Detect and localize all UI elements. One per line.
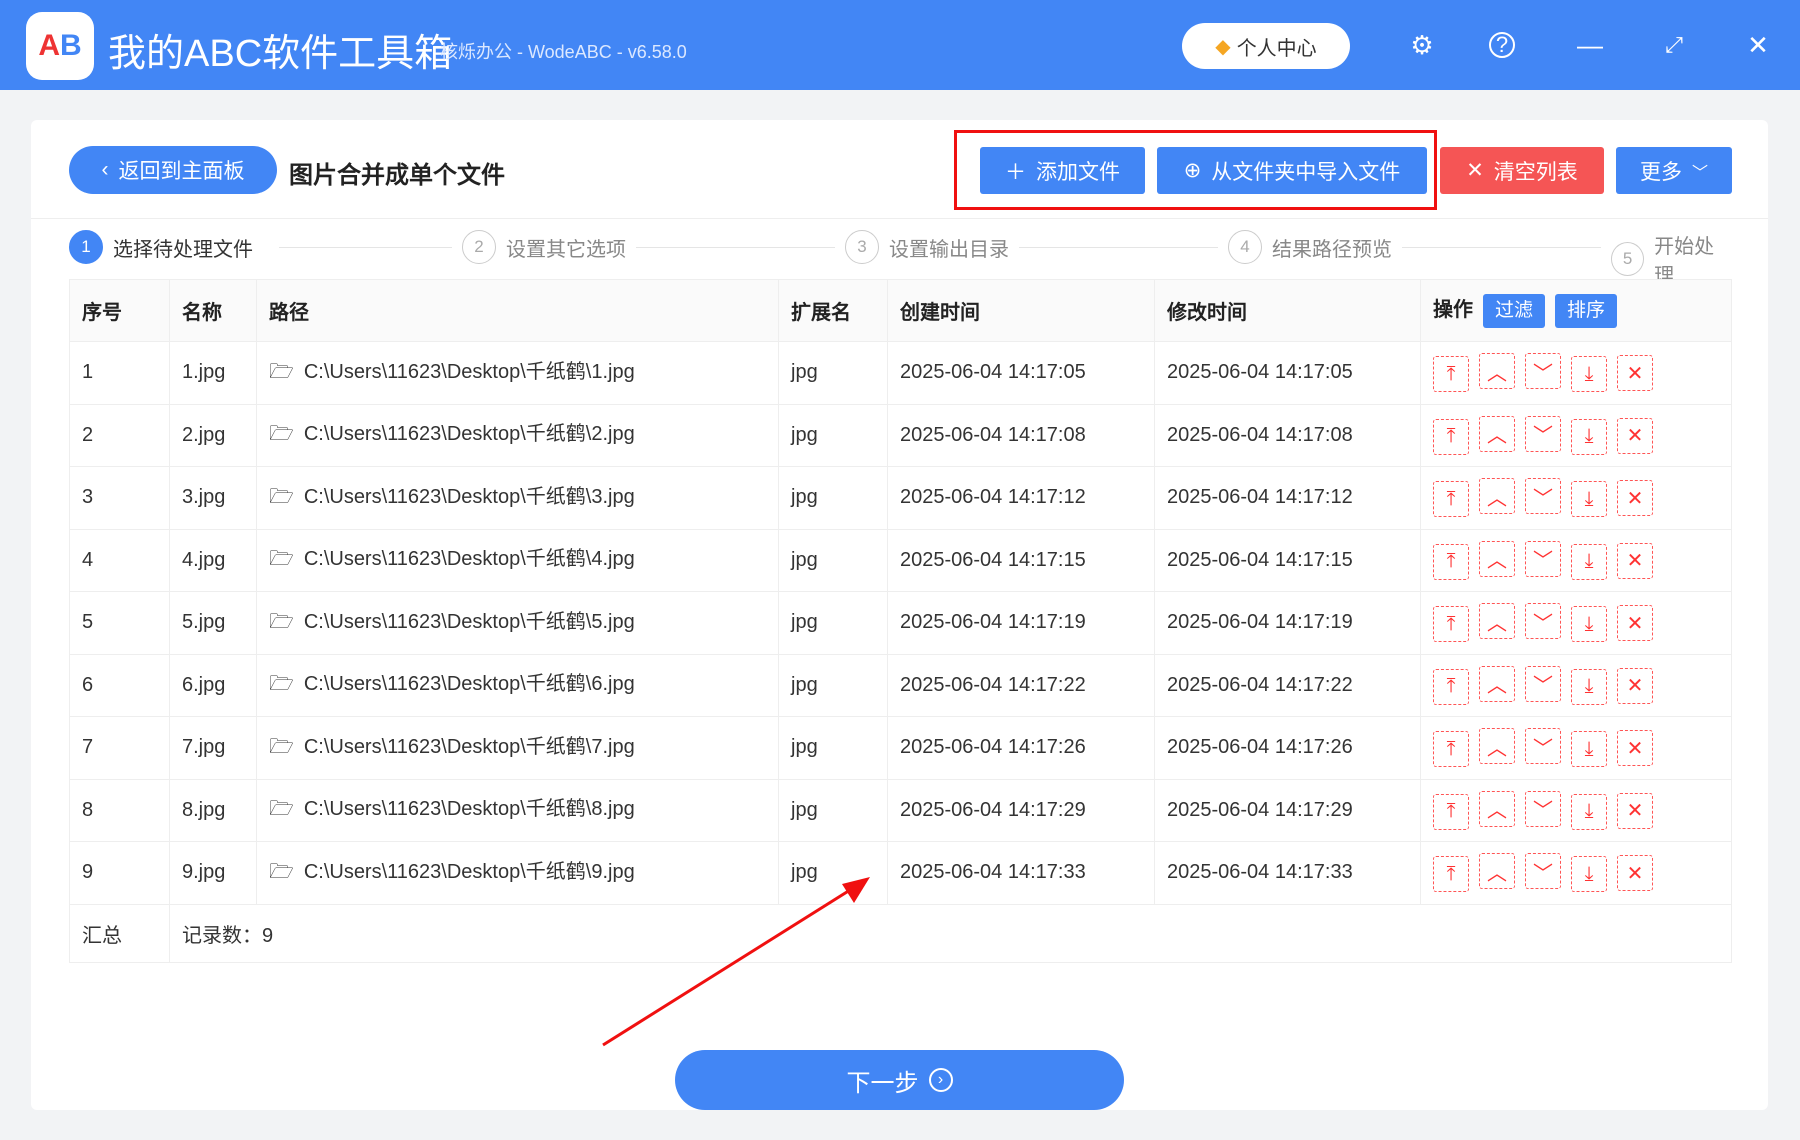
annotation-arrow xyxy=(602,877,870,1047)
